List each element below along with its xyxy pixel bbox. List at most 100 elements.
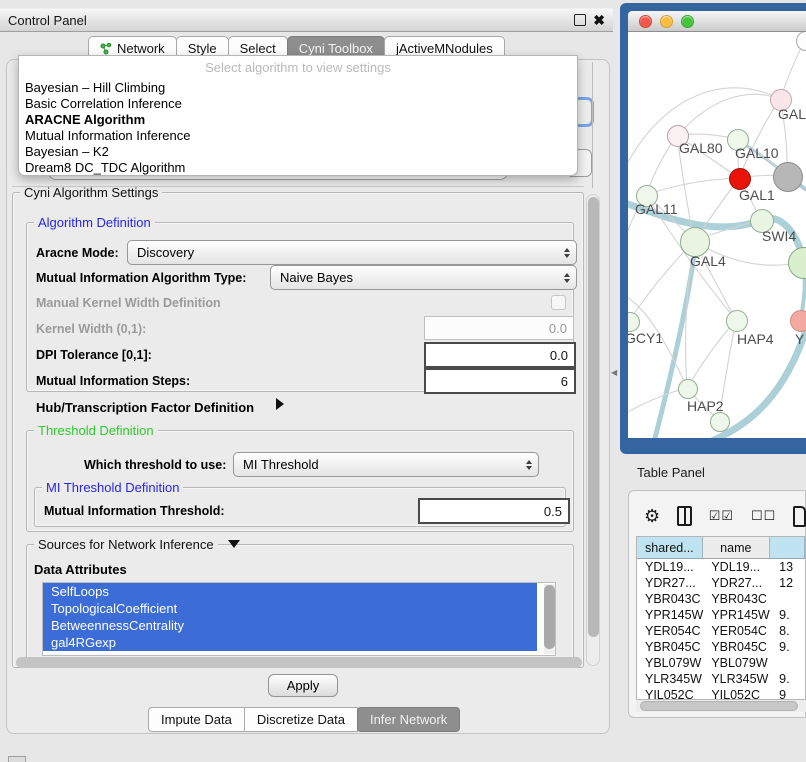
tab-label: jActiveMNodules	[396, 41, 493, 56]
mi-type-select[interactable]: Naive Bayes	[270, 265, 577, 290]
algorithm-option[interactable]: Bayesian – Hill Climbing	[19, 80, 577, 96]
tab-impute-data[interactable]: Impute Data	[148, 707, 245, 732]
mi-steps-label: Mutual Information Steps:	[36, 374, 190, 388]
expand-arrow-icon[interactable]	[276, 398, 284, 410]
attribute-table[interactable]: shared... name YDL19...YDL19...13YDR27..…	[636, 536, 806, 700]
column-header-shared[interactable]: shared...	[637, 537, 703, 559]
table-cell: YBL079W	[705, 656, 775, 670]
table-cell: 8.	[775, 624, 805, 638]
sources-group-title[interactable]: Sources for Network Inference	[34, 538, 218, 551]
table-row[interactable]: YPR145WYPR145W9.	[637, 607, 805, 623]
network-node[interactable]	[726, 310, 748, 332]
settings-gear-icon[interactable]: ⚙	[644, 507, 660, 525]
table-cell: 9	[775, 688, 805, 700]
table-cell: YIL052C	[705, 688, 775, 700]
algorithm-definition-title: Algorithm Definition	[34, 216, 155, 229]
column-header-name[interactable]: name	[703, 537, 770, 559]
split-view-icon[interactable]	[677, 506, 692, 526]
mi-steps-field[interactable]: 6	[424, 368, 576, 394]
close-panel-icon[interactable]: ✖	[593, 13, 605, 27]
corner-widget[interactable]	[8, 756, 26, 762]
manual-kernel-label: Manual Kernel Width Definition	[36, 296, 221, 310]
data-attributes-list[interactable]: SelfLoopsTopologicalCoefficientBetweenne…	[42, 582, 556, 656]
table-header-row: shared... name	[637, 537, 805, 559]
tab-label: Select	[240, 41, 276, 56]
network-icon	[100, 43, 112, 55]
data-attribute-item[interactable]: gal4RGexp	[43, 634, 537, 651]
node-label: HAP4	[737, 331, 774, 347]
table-row[interactable]: YER054CYER054C8.	[637, 623, 805, 639]
network-window-titlebar[interactable]	[628, 11, 806, 32]
table-cell: 9.	[775, 608, 805, 622]
deselect-all-icon[interactable]: ☐☐	[751, 508, 776, 524]
which-threshold-label: Which threshold to use:	[84, 458, 226, 472]
close-window-icon[interactable]	[639, 15, 652, 28]
column-header-partial[interactable]	[770, 537, 805, 559]
table-body: YDL19...YDL19...13YDR27...YDR27...12YBR0…	[637, 559, 805, 700]
panel-collapse-handle[interactable]: ◀	[611, 368, 617, 377]
node-label: Y	[795, 331, 804, 347]
dpi-tolerance-field[interactable]: 0.0	[424, 342, 576, 368]
tab-label: Style	[188, 41, 217, 56]
table-row[interactable]: YLR345WYLR345W9.	[637, 671, 805, 687]
network-node[interactable]	[678, 379, 698, 399]
data-attributes-label: Data Attributes	[34, 562, 127, 577]
kernel-width-field[interactable]: 0.0	[424, 316, 574, 340]
settings-vscrollbar-thumb[interactable]	[588, 197, 599, 637]
settings-hscrollbar-thumb[interactable]	[16, 657, 582, 668]
algorithm-option[interactable]: Bayesian – K2	[19, 144, 577, 160]
table-row[interactable]: YIL052CYIL052C9	[637, 687, 805, 700]
tab-infer-network[interactable]: Infer Network	[357, 707, 460, 732]
document-icon[interactable]	[793, 506, 806, 527]
algorithm-option[interactable]: Mutual Information Inference	[19, 128, 577, 144]
settings-group-title: Cyni Algorithm Settings	[20, 186, 162, 199]
network-canvas[interactable]: GALGAL80GAL10GAL1GAL11SWI4GAL4GCY1HAP4YH…	[628, 32, 806, 438]
algorithm-option[interactable]: ARACNE Algorithm	[19, 112, 577, 128]
threshold-definition-title: Threshold Definition	[34, 424, 158, 437]
network-node[interactable]	[790, 310, 806, 332]
network-node[interactable]	[773, 162, 803, 192]
zoom-window-icon[interactable]	[681, 15, 694, 28]
aracne-mode-select[interactable]: Discovery	[127, 240, 577, 265]
algorithm-option[interactable]: Dream8 DC_TDC Algorithm	[19, 160, 577, 176]
table-cell: YDR27...	[637, 576, 705, 590]
mi-type-label: Mutual Information Algorithm Type:	[36, 271, 246, 285]
minimize-window-icon[interactable]	[660, 15, 673, 28]
node-label: GAL1	[739, 187, 775, 203]
node-label: GAL4	[690, 253, 726, 269]
table-cell: 12	[775, 576, 805, 590]
data-attribute-item[interactable]: BetweennessCentrality	[43, 617, 537, 634]
algorithm-option[interactable]: Basic Correlation Inference	[19, 96, 577, 112]
table-cell: YIL052C	[637, 688, 705, 700]
tab-label: Cyni Toolbox	[299, 41, 373, 56]
table-row[interactable]: YBR043CYBR043C	[637, 591, 805, 607]
algorithm-popup-list: Bayesian – Hill ClimbingBasic Correlatio…	[19, 80, 577, 176]
network-node[interactable]	[710, 412, 730, 432]
table-cell: 9.	[775, 672, 805, 686]
apply-button[interactable]: Apply	[268, 674, 338, 697]
mi-type-value: Naive Bayes	[280, 270, 353, 285]
table-cell: YLR345W	[705, 672, 775, 686]
table-hscrollbar-thumb[interactable]	[640, 701, 798, 711]
table-row[interactable]: YBR045CYBR045C9.	[637, 639, 805, 655]
table-row[interactable]: YDL19...YDL19...13	[637, 559, 805, 575]
data-attribute-item[interactable]: SelfLoops	[43, 583, 537, 600]
data-attribute-item[interactable]: TopologicalCoefficient	[43, 600, 537, 617]
mi-threshold-field[interactable]: 0.5	[418, 498, 570, 524]
popup-placeholder: Select algorithm to view settings	[19, 56, 577, 80]
select-all-icon[interactable]: ☑☑	[709, 508, 734, 524]
node-label: GCY1	[628, 330, 663, 346]
table-row[interactable]: YDR27...YDR27...12	[637, 575, 805, 591]
table-toolbar: ⚙ ☑☑ ☐☐	[644, 502, 806, 530]
collapse-arrow-icon[interactable]	[228, 540, 240, 548]
table-cell: YLR345W	[637, 672, 705, 686]
which-threshold-select[interactable]: MI Threshold	[233, 452, 539, 477]
list-scrollbar-thumb[interactable]	[544, 585, 555, 649]
float-panel-icon[interactable]	[574, 14, 586, 26]
node-label: SWI4	[762, 228, 796, 244]
hub-definition-label[interactable]: Hub/Transcription Factor Definition	[36, 400, 254, 415]
manual-kernel-checkbox[interactable]	[551, 295, 566, 310]
tab-discretize-data[interactable]: Discretize Data	[244, 707, 358, 732]
table-row[interactable]: YBL079WYBL079W	[637, 655, 805, 671]
control-panel-titlebar: Control Panel ✖	[0, 8, 613, 32]
